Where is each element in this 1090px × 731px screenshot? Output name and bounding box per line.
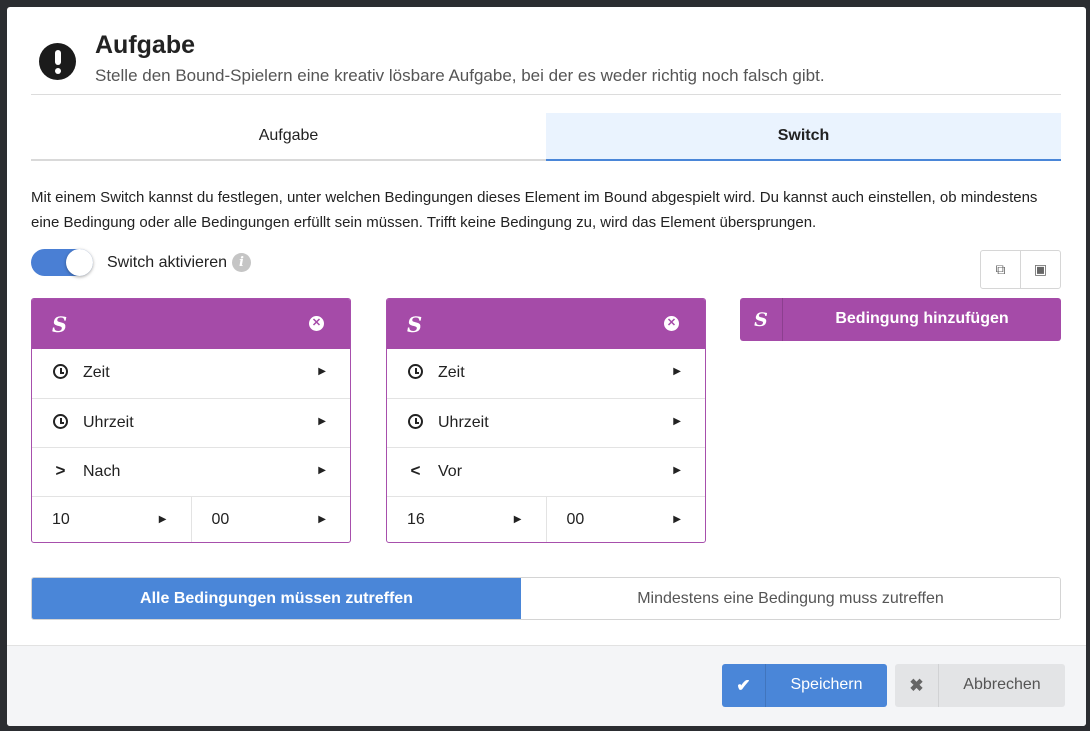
switch-link-icon: S xyxy=(740,298,783,341)
condition-type-row[interactable]: Zeit ▶ xyxy=(387,349,705,398)
remove-condition-icon[interactable]: ✕ xyxy=(664,316,679,331)
caret-right-icon: ▶ xyxy=(513,514,522,525)
caret-right-icon: ▶ xyxy=(318,416,326,427)
minute-value: 00 xyxy=(566,511,585,528)
condition-subtype-label: Uhrzeit xyxy=(438,414,489,431)
caret-right-icon: ▶ xyxy=(318,514,326,525)
switch-link-icon: S xyxy=(52,312,68,337)
caret-right-icon: ▶ xyxy=(318,465,326,476)
add-condition-button[interactable]: S Bedingung hinzufügen xyxy=(740,298,1061,341)
hour-select[interactable]: 10 ▶ xyxy=(32,497,191,542)
add-condition-label: Bedingung hinzufügen xyxy=(835,310,1009,327)
clock-icon xyxy=(52,363,69,380)
modal-subtitle: Stelle den Bound-Spielern eine kreativ l… xyxy=(95,66,825,85)
condition-subtype-row[interactable]: Uhrzeit ▶ xyxy=(387,398,705,447)
condition-operator-label: Vor xyxy=(438,463,463,480)
clock-icon xyxy=(407,413,424,430)
condition-card-header: S ✕ xyxy=(387,299,705,349)
minute-select[interactable]: 00 ▶ xyxy=(545,497,706,542)
condition-card-1: S ✕ Zeit ▶ Uhrzeit ▶ > Nach ▶ 10 ▶ 00 ▶ xyxy=(31,298,351,543)
cancel-button[interactable]: ✖ Abbrechen xyxy=(895,664,1065,707)
tab-aufgabe[interactable]: Aufgabe xyxy=(31,113,546,161)
save-button[interactable]: ✔ Speichern xyxy=(722,664,887,707)
condition-subtype-row[interactable]: Uhrzeit ▶ xyxy=(32,398,350,447)
caret-right-icon: ▶ xyxy=(673,416,681,427)
cancel-label: Abbrechen xyxy=(963,676,1041,693)
switch-description: Mit einem Switch kannst du festlegen, un… xyxy=(31,189,1038,231)
condition-card-2: S ✕ Zeit ▶ Uhrzeit ▶ < Vor ▶ 16 ▶ 00 ▶ xyxy=(386,298,706,543)
condition-type-label: Zeit xyxy=(438,364,465,381)
match-mode-selector: Alle Bedingungen müssen zutreffen Mindes… xyxy=(31,577,1061,620)
condition-operator-row[interactable]: > Nach ▶ xyxy=(32,447,350,496)
caret-right-icon: ▶ xyxy=(158,514,167,525)
clock-icon xyxy=(407,363,424,380)
modal-footer: ✔ Speichern ✖ Abbrechen xyxy=(7,645,1086,726)
minute-select[interactable]: 00 ▶ xyxy=(190,497,351,542)
hour-value: 16 xyxy=(407,511,425,528)
tab-switch[interactable]: Switch xyxy=(546,113,1061,161)
match-any-option[interactable]: Mindestens eine Bedingung muss zutreffen xyxy=(521,578,1060,619)
caret-right-icon: ▶ xyxy=(673,465,681,476)
time-value-row: 16 ▶ 00 ▶ xyxy=(387,496,706,542)
condition-operator-label: Nach xyxy=(83,463,121,480)
condition-type-row[interactable]: Zeit ▶ xyxy=(32,349,350,398)
condition-card-header: S ✕ xyxy=(32,299,350,349)
close-icon: ✖ xyxy=(895,664,939,707)
modal-header: Aufgabe Stelle den Bound-Spielern eine k… xyxy=(31,29,1061,95)
check-icon: ✔ xyxy=(722,664,766,707)
toggle-knob xyxy=(66,249,93,276)
greater-than-icon: > xyxy=(55,460,66,480)
hour-select[interactable]: 16 ▶ xyxy=(387,497,546,542)
save-label: Speichern xyxy=(790,676,863,693)
condition-type-label: Zeit xyxy=(83,364,110,381)
copy-paste-group: ⧉ ▣ xyxy=(980,250,1061,289)
switch-modal: Aufgabe Stelle den Bound-Spielern eine k… xyxy=(7,7,1086,726)
minute-value: 00 xyxy=(211,511,230,528)
modal-title: Aufgabe xyxy=(95,31,195,59)
caret-right-icon: ▶ xyxy=(673,514,681,525)
caret-right-icon: ▶ xyxy=(318,366,326,377)
less-than-icon: < xyxy=(410,460,421,480)
tab-bar: Aufgabe Switch xyxy=(31,113,1061,161)
copy-icon[interactable]: ⧉ xyxy=(981,251,1020,288)
clock-icon xyxy=(52,413,69,430)
exclamation-icon xyxy=(39,43,76,80)
match-all-option[interactable]: Alle Bedingungen müssen zutreffen xyxy=(32,578,521,619)
info-icon[interactable]: i xyxy=(232,253,251,272)
condition-subtype-label: Uhrzeit xyxy=(83,414,134,431)
paste-icon[interactable]: ▣ xyxy=(1020,251,1060,288)
switch-link-icon: S xyxy=(407,312,423,337)
switch-toggle-label: Switch aktivieren xyxy=(107,254,228,271)
caret-right-icon: ▶ xyxy=(673,366,681,377)
time-value-row: 10 ▶ 00 ▶ xyxy=(32,496,351,542)
switch-toggle[interactable] xyxy=(31,249,93,276)
remove-condition-icon[interactable]: ✕ xyxy=(309,316,324,331)
hour-value: 10 xyxy=(52,511,70,528)
condition-operator-row[interactable]: < Vor ▶ xyxy=(387,447,705,496)
